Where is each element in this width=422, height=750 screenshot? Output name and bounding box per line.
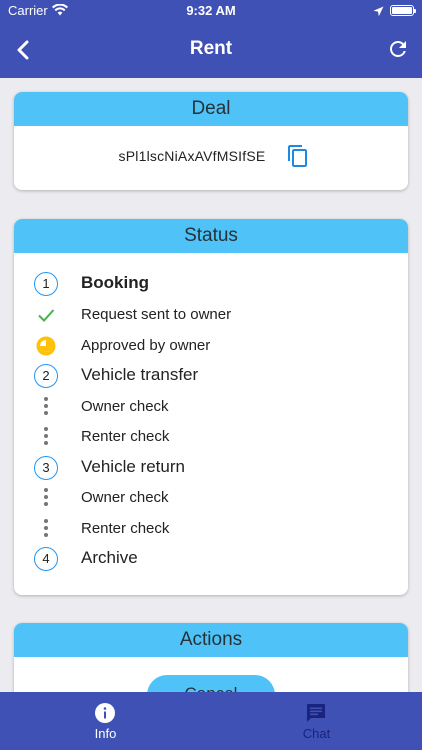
refresh-icon <box>390 41 406 57</box>
step-number-1-icon: 1 <box>34 272 58 296</box>
step-label: Owner check <box>81 489 169 506</box>
step-label: Booking <box>81 273 149 292</box>
tab-chat[interactable]: Chat <box>211 692 422 750</box>
app-bar: Carrier 9:32 AM Rent <box>0 0 422 78</box>
dots-icon <box>34 517 58 541</box>
deal-card: Deal sPl1lscNiAxAVfMSIfSE <box>14 92 408 190</box>
step-vehicle-return: 3 Vehicle return <box>14 453 408 483</box>
clock-time: 9:32 AM <box>186 3 236 18</box>
step-vehicle-transfer: 2 Vehicle transfer <box>14 361 408 391</box>
dots-icon <box>34 395 58 419</box>
dots-icon <box>34 486 58 510</box>
step-label: Request sent to owner <box>81 306 232 323</box>
battery-icon <box>390 5 416 16</box>
clock-icon <box>34 334 58 358</box>
step-label: Vehicle transfer <box>81 365 199 384</box>
step-number-2-icon: 2 <box>34 364 58 388</box>
substep-approved: Approved by owner <box>14 331 408 361</box>
deal-card-title: Deal <box>14 92 408 126</box>
tab-info-label: Info <box>94 726 117 741</box>
deal-id: sPl1lscNiAxAVfMSIfSE <box>118 148 266 164</box>
substep-owner-check-return: Owner check <box>14 483 408 513</box>
step-label: Archive <box>81 548 138 567</box>
step-label: Approved by owner <box>81 337 211 354</box>
step-number-3-icon: 3 <box>34 456 58 480</box>
copy-icon <box>288 145 307 167</box>
bottom-navigation: Info Chat <box>0 692 422 750</box>
refresh-button[interactable] <box>386 37 410 61</box>
info-icon <box>94 702 116 724</box>
location-arrow-icon <box>373 4 384 22</box>
navigation-bar: Rent <box>0 22 422 78</box>
step-booking: 1 Booking <box>14 269 408 299</box>
substep-owner-check-transfer: Owner check <box>14 392 408 422</box>
status-bar: Carrier 9:32 AM <box>0 0 422 22</box>
page-title: Rent <box>189 38 233 59</box>
step-label: Renter check <box>81 520 170 537</box>
actions-card-title: Actions <box>14 623 408 657</box>
step-label: Vehicle return <box>81 457 185 476</box>
substep-renter-check-return: Renter check <box>14 514 408 544</box>
actions-card: Actions Cancel <box>14 623 408 692</box>
step-label: Renter check <box>81 428 170 445</box>
substep-request-sent: Request sent to owner <box>14 300 408 330</box>
status-card-title: Status <box>14 219 408 253</box>
check-icon <box>34 303 58 327</box>
tab-info[interactable]: Info <box>0 692 211 750</box>
step-number-4-icon: 4 <box>34 547 58 571</box>
cancel-button[interactable]: Cancel <box>147 675 275 692</box>
substep-renter-check-transfer: Renter check <box>14 422 408 452</box>
step-archive: 4 Archive <box>14 544 408 574</box>
dots-icon <box>34 425 58 449</box>
step-label: Owner check <box>81 398 169 415</box>
content-scroll[interactable]: Deal sPl1lscNiAxAVfMSIfSE Status 1 Booki… <box>0 78 422 692</box>
tab-chat-label: Chat <box>302 726 331 741</box>
chat-icon <box>305 702 327 724</box>
status-card: Status 1 Booking Request sent to owner A… <box>14 219 408 595</box>
deal-id-row: sPl1lscNiAxAVfMSIfSE <box>14 126 408 190</box>
copy-button[interactable] <box>286 144 310 168</box>
